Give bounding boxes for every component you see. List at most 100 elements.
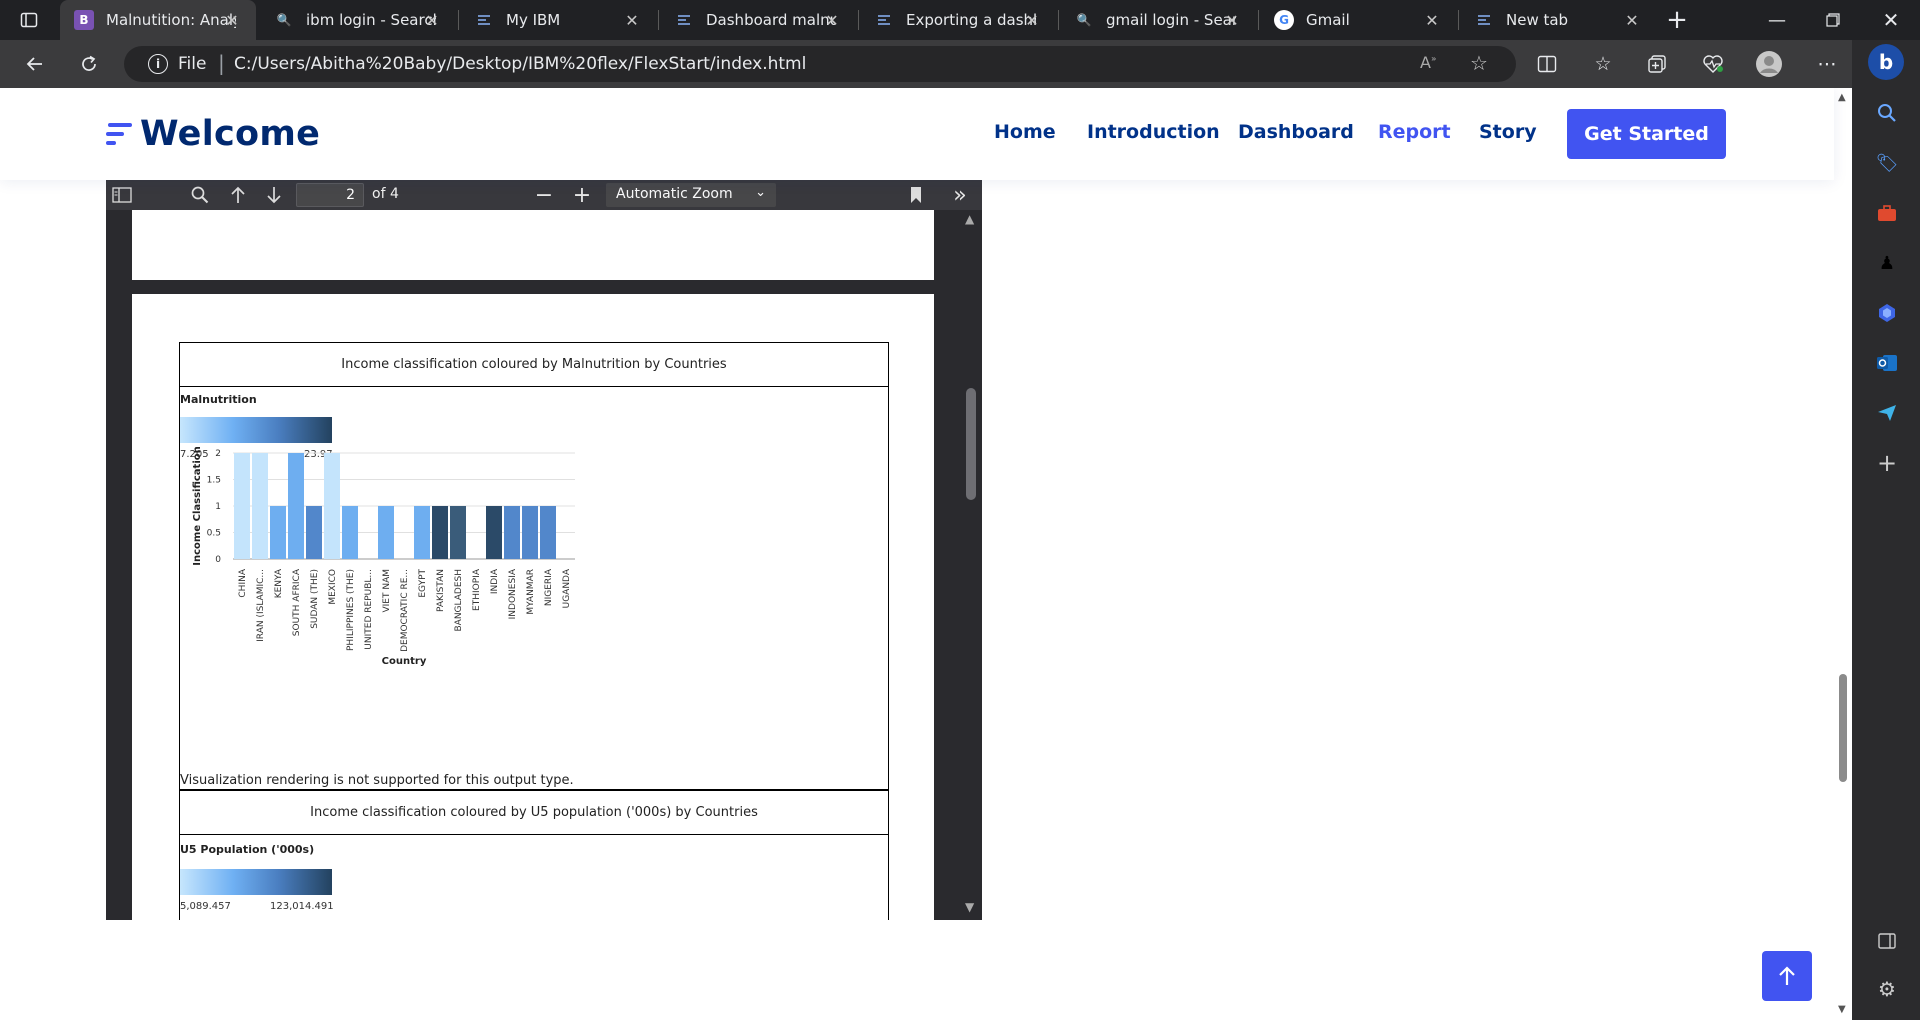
restore-window-button[interactable] [1818,6,1848,34]
tools-icon[interactable] [1874,200,1900,226]
y-tick-label: 1 [215,502,221,512]
address-bar[interactable]: i File | C:/Users/Abitha%20Baby/Desktop/… [124,46,1516,82]
close-tab-icon[interactable]: ✕ [220,8,244,32]
microsoft-365-icon[interactable] [1874,300,1900,326]
outlook-icon[interactable] [1874,350,1900,376]
x-tick-label: KENYA [274,568,284,598]
nav-dashboard[interactable]: Dashboard [1238,121,1354,143]
collections-icon[interactable] [1642,50,1672,78]
close-tab-icon[interactable]: ✕ [1620,8,1644,32]
browser-essentials-icon[interactable] [1698,50,1728,78]
hide-sidebar-icon[interactable] [1874,928,1900,954]
settings-more-icon[interactable]: ⋯ [1812,50,1842,78]
zoom-out-icon[interactable]: − [532,183,556,208]
chart-panel-malnutrition: Income classification coloured by Malnut… [179,342,889,790]
legend-title: Malnutrition [180,393,257,406]
new-tab-button[interactable]: + [1662,5,1692,35]
back-button[interactable] [20,50,50,78]
profile-avatar-icon[interactable] [1754,50,1784,78]
x-tick-label: IRAN (ISLAMIC... [256,569,266,642]
send-drop-icon[interactable] [1874,400,1900,426]
browser-tab[interactable]: My IBM ✕ [460,0,656,40]
close-tab-icon[interactable]: ✕ [820,8,844,32]
close-tab-icon[interactable]: ✕ [1220,8,1244,32]
scroll-up-arrow-icon[interactable]: ▲ [965,212,974,226]
tab-separator [458,10,459,30]
y-axis-label: Income Classification [192,446,203,565]
favorites-icon[interactable]: ☆ [1588,50,1618,78]
chart-bar [432,506,448,559]
games-icon[interactable]: ♟ [1874,250,1900,276]
browser-tab-strip: B Malnutition: Analy ✕ 🔍 ibm login - Search ✕… [0,0,1920,40]
sidebar-settings-gear-icon[interactable]: ⚙ [1874,976,1900,1002]
tab-actions-icon[interactable] [14,6,44,34]
nav-home[interactable]: Home [994,121,1056,143]
page-number-input[interactable] [296,183,364,207]
site-info-icon[interactable]: i [148,54,168,74]
address-scheme: File [178,54,207,74]
legend-min-value: 5,089.457 [180,901,231,912]
chart-bar [270,506,286,559]
chart-bar [486,506,502,559]
y-tick-label: 2 [215,449,221,459]
close-tab-icon[interactable]: ✕ [1420,8,1444,32]
search-icon[interactable] [1874,100,1900,126]
browser-tab[interactable]: 🔍 ibm login - Search ✕ [260,0,456,40]
browser-tab[interactable]: G Gmail ✕ [1260,0,1456,40]
browser-tab[interactable]: Dashboard malnu ✕ [660,0,856,40]
refresh-button[interactable] [74,50,104,78]
read-aloud-icon[interactable]: A» [1420,53,1436,72]
chart-bar [342,506,358,559]
ibm-icon [474,10,494,30]
find-search-icon[interactable] [188,184,212,206]
pdf-scroll-thumb[interactable] [966,388,976,500]
nav-report[interactable]: Report [1378,121,1451,143]
add-sidebar-app-icon[interactable]: + [1874,449,1900,477]
chart-bar [504,506,520,559]
close-tab-icon[interactable]: ✕ [1020,8,1044,32]
zoom-select[interactable]: Automatic Zoom ⌄ [606,183,776,207]
chart-panel-u5-population: Income classification coloured by U5 pop… [179,790,889,920]
scroll-down-arrow-icon[interactable]: ▼ [965,900,974,914]
pdf-page-1 [132,210,934,280]
logo-text: Welcome [140,114,321,154]
zoom-in-icon[interactable]: + [570,183,594,208]
browser-tab[interactable]: New tab ✕ [1460,0,1656,40]
browser-tab[interactable]: B Malnutition: Analy ✕ [60,0,256,40]
bing-copilot-icon[interactable]: b [1868,44,1904,80]
page-scroll-thumb[interactable] [1839,674,1847,782]
nav-introduction[interactable]: Introduction [1087,121,1220,143]
nav-story[interactable]: Story [1479,121,1537,143]
x-tick-label: EGYPT [418,569,428,598]
tools-more-icon[interactable]: » [948,183,972,208]
chart-bar [324,453,340,559]
close-window-button[interactable]: ✕ [1876,6,1906,34]
x-axis-label: Country [382,656,427,667]
pdf-page-2: Income classification coloured by Malnut… [132,294,934,920]
favorite-star-icon[interactable]: ☆ [1470,51,1488,75]
bookmark-icon[interactable] [904,184,928,206]
page-scrollbar[interactable]: ▲ ▼ [1834,88,1852,1020]
shopping-tag-icon[interactable]: 🏷 [1874,150,1900,176]
x-tick-label: BANGLADESH [454,569,464,632]
close-tab-icon[interactable]: ✕ [420,8,444,32]
address-url[interactable]: C:/Users/Abitha%20Baby/Desktop/IBM%20fle… [234,54,806,74]
close-tab-icon[interactable]: ✕ [620,8,644,32]
x-tick-label: PAKISTAN [436,569,446,612]
pdf-scrollbar[interactable]: ▲ ▼ [962,210,982,920]
scroll-up-arrow-icon[interactable]: ▲ [1838,92,1846,103]
previous-page-icon[interactable] [226,184,250,206]
scroll-down-arrow-icon[interactable]: ▼ [1838,1004,1846,1015]
next-page-icon[interactable] [262,184,286,206]
site-logo[interactable]: Welcome [106,114,320,154]
back-to-top-button[interactable] [1762,951,1812,1001]
chevron-down-icon: ⌄ [755,185,766,200]
site-header: Welcome Home Introduction Dashboard Repo… [0,88,1834,180]
sidebar-toggle-icon[interactable] [110,184,134,206]
minimize-window-button[interactable]: — [1762,6,1792,34]
browser-tab[interactable]: Exporting a dashb ✕ [860,0,1056,40]
browser-tab[interactable]: 🔍 gmail login - Sear ✕ [1060,0,1256,40]
get-started-button[interactable]: Get Started [1567,109,1726,159]
arrow-up-icon [1779,966,1795,985]
split-screen-icon[interactable] [1532,50,1562,78]
